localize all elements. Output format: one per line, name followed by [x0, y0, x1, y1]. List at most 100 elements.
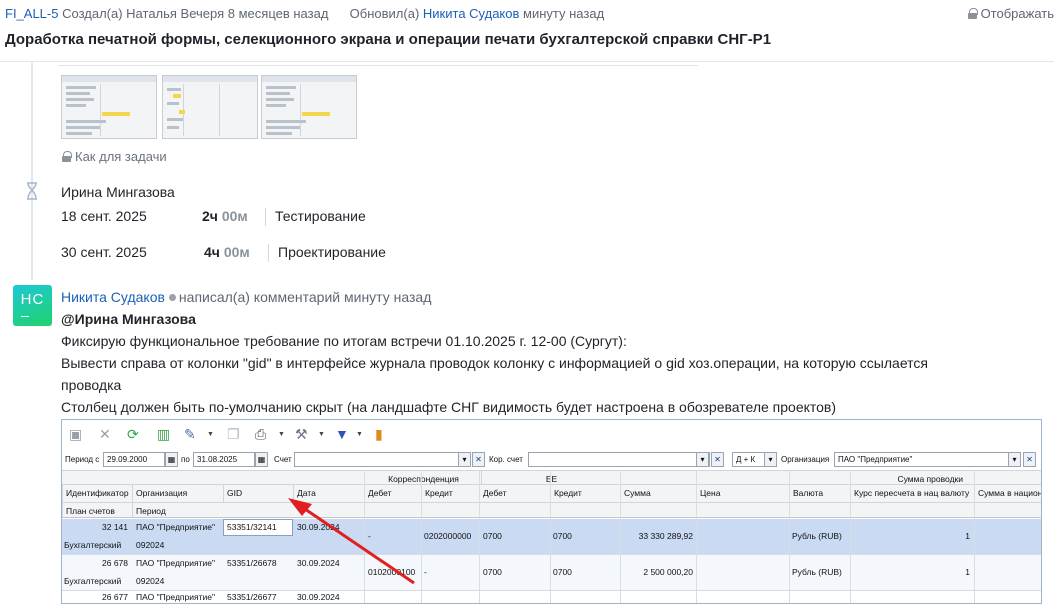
timeline-line	[31, 62, 33, 280]
group-header-correspondence: Корреспонденция	[364, 471, 482, 484]
sub-col-header: План счетов	[62, 503, 132, 517]
save-icon: ▣	[69, 426, 83, 442]
column-divider	[974, 470, 975, 603]
attachment-frame	[58, 62, 698, 66]
attachment-visibility[interactable]: Как для задачи	[62, 149, 167, 164]
clear-icon[interactable]: ✕	[711, 452, 724, 467]
group-header-amounts: Сумма проводки	[620, 471, 1041, 484]
tools-icon: ⚒	[295, 426, 308, 442]
cell-sum: 2 500 000,20	[643, 567, 693, 577]
column-divider	[364, 470, 365, 603]
issue-meta: FI_ALL-5 Создал(а) Наталья Вечеря 8 меся…	[5, 6, 604, 21]
attachment-thumbnail[interactable]	[61, 75, 157, 139]
edit-icon: ✎	[184, 426, 196, 442]
issue-title: Доработка печатной формы, селекционного …	[5, 31, 772, 48]
avatar[interactable]: НС	[13, 285, 52, 326]
cell-be-credit: 0700	[553, 567, 572, 577]
cell-id: 26 677	[102, 592, 128, 602]
comment-mention[interactable]: @Ирина Мингазова	[61, 311, 196, 327]
worklog-entry: 18 сент. 2025 2ч 00м Тестирование	[61, 208, 366, 226]
worklog-activity: Тестирование	[275, 208, 366, 224]
corr-account-select[interactable]	[528, 452, 710, 467]
col-header[interactable]: Курс пересчета в нац валюту	[850, 485, 974, 502]
col-header[interactable]: Кредит	[421, 485, 479, 502]
delete-icon: ▥	[157, 426, 171, 442]
chevron-down-icon[interactable]: ▾	[458, 452, 471, 467]
filter-icon: ▼	[335, 426, 349, 442]
divider	[265, 208, 266, 226]
print-icon: ⎙	[255, 426, 267, 442]
calendar-icon[interactable]: ▦	[255, 452, 268, 467]
attachment-thumbnail[interactable]	[162, 75, 258, 139]
dk-select[interactable]: Д + К	[732, 452, 766, 467]
calendar-icon[interactable]: ▦	[165, 452, 178, 467]
org-select[interactable]: ПАО "Предприятие"	[834, 452, 1014, 467]
col-header[interactable]: Дата	[293, 485, 364, 502]
col-header[interactable]: Дебет	[364, 485, 421, 502]
attachment-thumbnail[interactable]	[261, 75, 357, 139]
col-header[interactable]: Цена	[696, 485, 789, 502]
divider	[268, 244, 269, 262]
period-to-input[interactable]: 31.08.2025	[193, 452, 255, 467]
col-header[interactable]: Кредит	[550, 485, 620, 502]
account-select[interactable]	[294, 452, 465, 467]
comment-line: Вывести справа от колонки "gid" в интерф…	[61, 355, 928, 371]
grid-toolbar: ▣ ✕ ⟳ ▥ ✎ ▼ ❐ ⎙ ▼ ⚒ ▼ ▼ ▼ ▮	[62, 420, 1041, 449]
updater-link[interactable]: Никита Судаков	[423, 6, 520, 21]
chevron-down-icon[interactable]: ▾	[1008, 452, 1021, 467]
embedded-screenshot[interactable]: ▣ ✕ ⟳ ▥ ✎ ▼ ❐ ⎙ ▼ ⚒ ▼ ▼ ▼ ▮ Период с 29.…	[61, 419, 1042, 604]
cell-be-debit: 0700	[483, 567, 502, 577]
column-divider	[479, 470, 480, 603]
col-header[interactable]: Дебет	[479, 485, 550, 502]
issue-header: FI_ALL-5 Создал(а) Наталья Вечеря 8 меся…	[0, 0, 1054, 62]
created-time: 8 месяцев назад	[227, 6, 329, 21]
issue-key-link[interactable]: FI_ALL-5	[5, 6, 58, 21]
cell-period: 092024	[136, 540, 165, 550]
copy-icon: ❐	[227, 426, 240, 442]
period-to-label: по	[181, 455, 190, 464]
col-header[interactable]: Валюта	[789, 485, 850, 502]
grid-sub-header: План счетов Период	[62, 502, 1041, 518]
cell-corr-debit: 0102000100	[368, 567, 416, 577]
table-row[interactable]: 26 678 ПАО "Предприятие" 53351/26678 30.…	[62, 555, 1041, 591]
cell-gid[interactable]: 53351/26678	[227, 558, 291, 568]
comment-line: Фиксирую функциональное требование по ит…	[61, 333, 627, 349]
dropdown-caret-icon: ▼	[356, 431, 363, 438]
comment-line: Столбец должен быть по-умолчанию скрыт (…	[61, 399, 837, 415]
table-row[interactable]: 32 141 ПАО "Предприятие" 53351/32141 30.…	[62, 519, 1041, 555]
chevron-down-icon[interactable]: ▾	[764, 452, 777, 467]
visibility-label: Как для задачи	[75, 149, 167, 164]
cell-currency: Рубль (RUB)	[792, 567, 842, 577]
column-divider	[850, 470, 851, 603]
column-divider	[789, 470, 790, 603]
worklog-activity: Проектирование	[278, 244, 386, 260]
comment-author-link[interactable]: Никита Судаков	[61, 289, 165, 305]
clear-icon[interactable]: ✕	[472, 452, 485, 467]
updated-time: минуту назад	[523, 6, 605, 21]
period-from-input[interactable]: 29.09.2000	[103, 452, 165, 467]
col-header[interactable]: Сумма	[620, 485, 696, 502]
close-icon: ✕	[99, 426, 111, 442]
display-label: Отображать	[980, 6, 1054, 21]
account-label: Счет	[274, 455, 292, 464]
cell-gid[interactable]: 53351/32141	[227, 522, 291, 532]
hourglass-icon	[27, 182, 37, 200]
col-header[interactable]: Идентификатор	[62, 485, 132, 502]
comment-action: написал(а) комментарий	[178, 289, 341, 305]
cell-id: 32 141	[102, 522, 128, 532]
table-row[interactable]: 26 677 ПАО "Предприятие" 53351/26677 30.…	[62, 591, 1041, 603]
display-toggle[interactable]: Отображать	[967, 6, 1054, 21]
chevron-down-icon[interactable]: ▾	[696, 452, 709, 467]
cell-be-credit: 0700	[553, 531, 572, 541]
comment-line: проводка	[61, 377, 122, 393]
clear-icon[interactable]: ✕	[1023, 452, 1036, 467]
grid-column-header: Идентификатор Организация GID Дата Дебет…	[62, 484, 1041, 502]
col-header[interactable]: GID	[223, 485, 293, 502]
column-divider	[421, 470, 422, 603]
cell-currency: Рубль (RUB)	[792, 531, 842, 541]
corr-account-label: Кор. счет	[489, 455, 523, 464]
col-header[interactable]: Сумма в национа	[974, 485, 1041, 502]
cell-be-debit: 0700	[483, 531, 502, 541]
cell-gid[interactable]: 53351/26677	[227, 592, 291, 602]
col-header[interactable]: Организация	[132, 485, 223, 502]
